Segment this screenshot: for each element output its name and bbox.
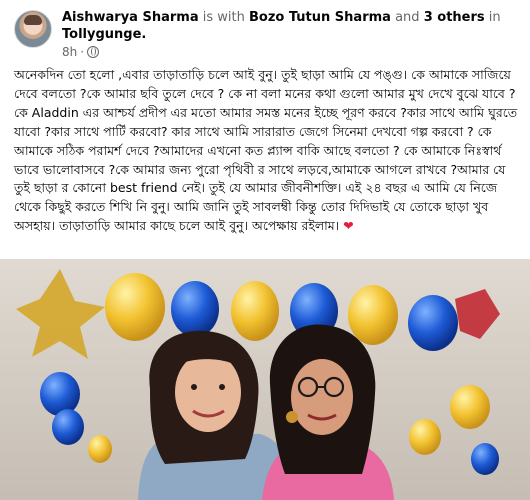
balloon-yellow	[105, 273, 165, 341]
meta-dot: ·	[80, 45, 85, 59]
balloon-blue	[52, 409, 84, 445]
tagged-name[interactable]: Bozo Tutun Sharma	[249, 10, 391, 25]
balloon-blue	[471, 443, 499, 475]
location-link[interactable]: Tollygunge.	[62, 27, 146, 42]
balloon-yellow	[231, 281, 279, 341]
facebook-post: Aishwarya Sharma is with Bozo Tutun Shar…	[0, 0, 530, 500]
balloon-blue	[171, 281, 219, 337]
post-header-line: Aishwarya Sharma is with Bozo Tutun Shar…	[62, 9, 512, 43]
with-word: is with	[202, 10, 245, 25]
post-meta: 8h ·	[62, 45, 100, 59]
balloon-yellow	[88, 435, 112, 463]
author-name[interactable]: Aishwarya Sharma	[62, 10, 199, 25]
in-word: in	[488, 10, 501, 25]
and-word: and	[395, 10, 420, 25]
post-header: Aishwarya Sharma is with Bozo Tutun Shar…	[14, 8, 519, 60]
timestamp[interactable]: 8h	[62, 45, 77, 59]
others-link[interactable]: 3 others	[424, 10, 485, 25]
globe-icon	[87, 46, 100, 58]
heart-emoji: ❤	[343, 218, 354, 234]
post-photo[interactable]	[0, 259, 530, 500]
balloon-blue	[40, 372, 80, 416]
balloon-blue	[408, 295, 458, 351]
balloon-yellow	[450, 385, 490, 429]
post-text: অনেকদিন তো হলো ,এবার তাড়াতাড়ি চলে আই ব…	[14, 66, 520, 236]
post-body: অনেকদিন তো হলো ,এবার তাড়াতাড়ি চলে আই ব…	[14, 67, 522, 234]
photo-illustration	[0, 259, 530, 500]
balloon-yellow	[348, 285, 398, 345]
avatar[interactable]	[14, 10, 52, 48]
balloon-yellow	[409, 419, 441, 455]
